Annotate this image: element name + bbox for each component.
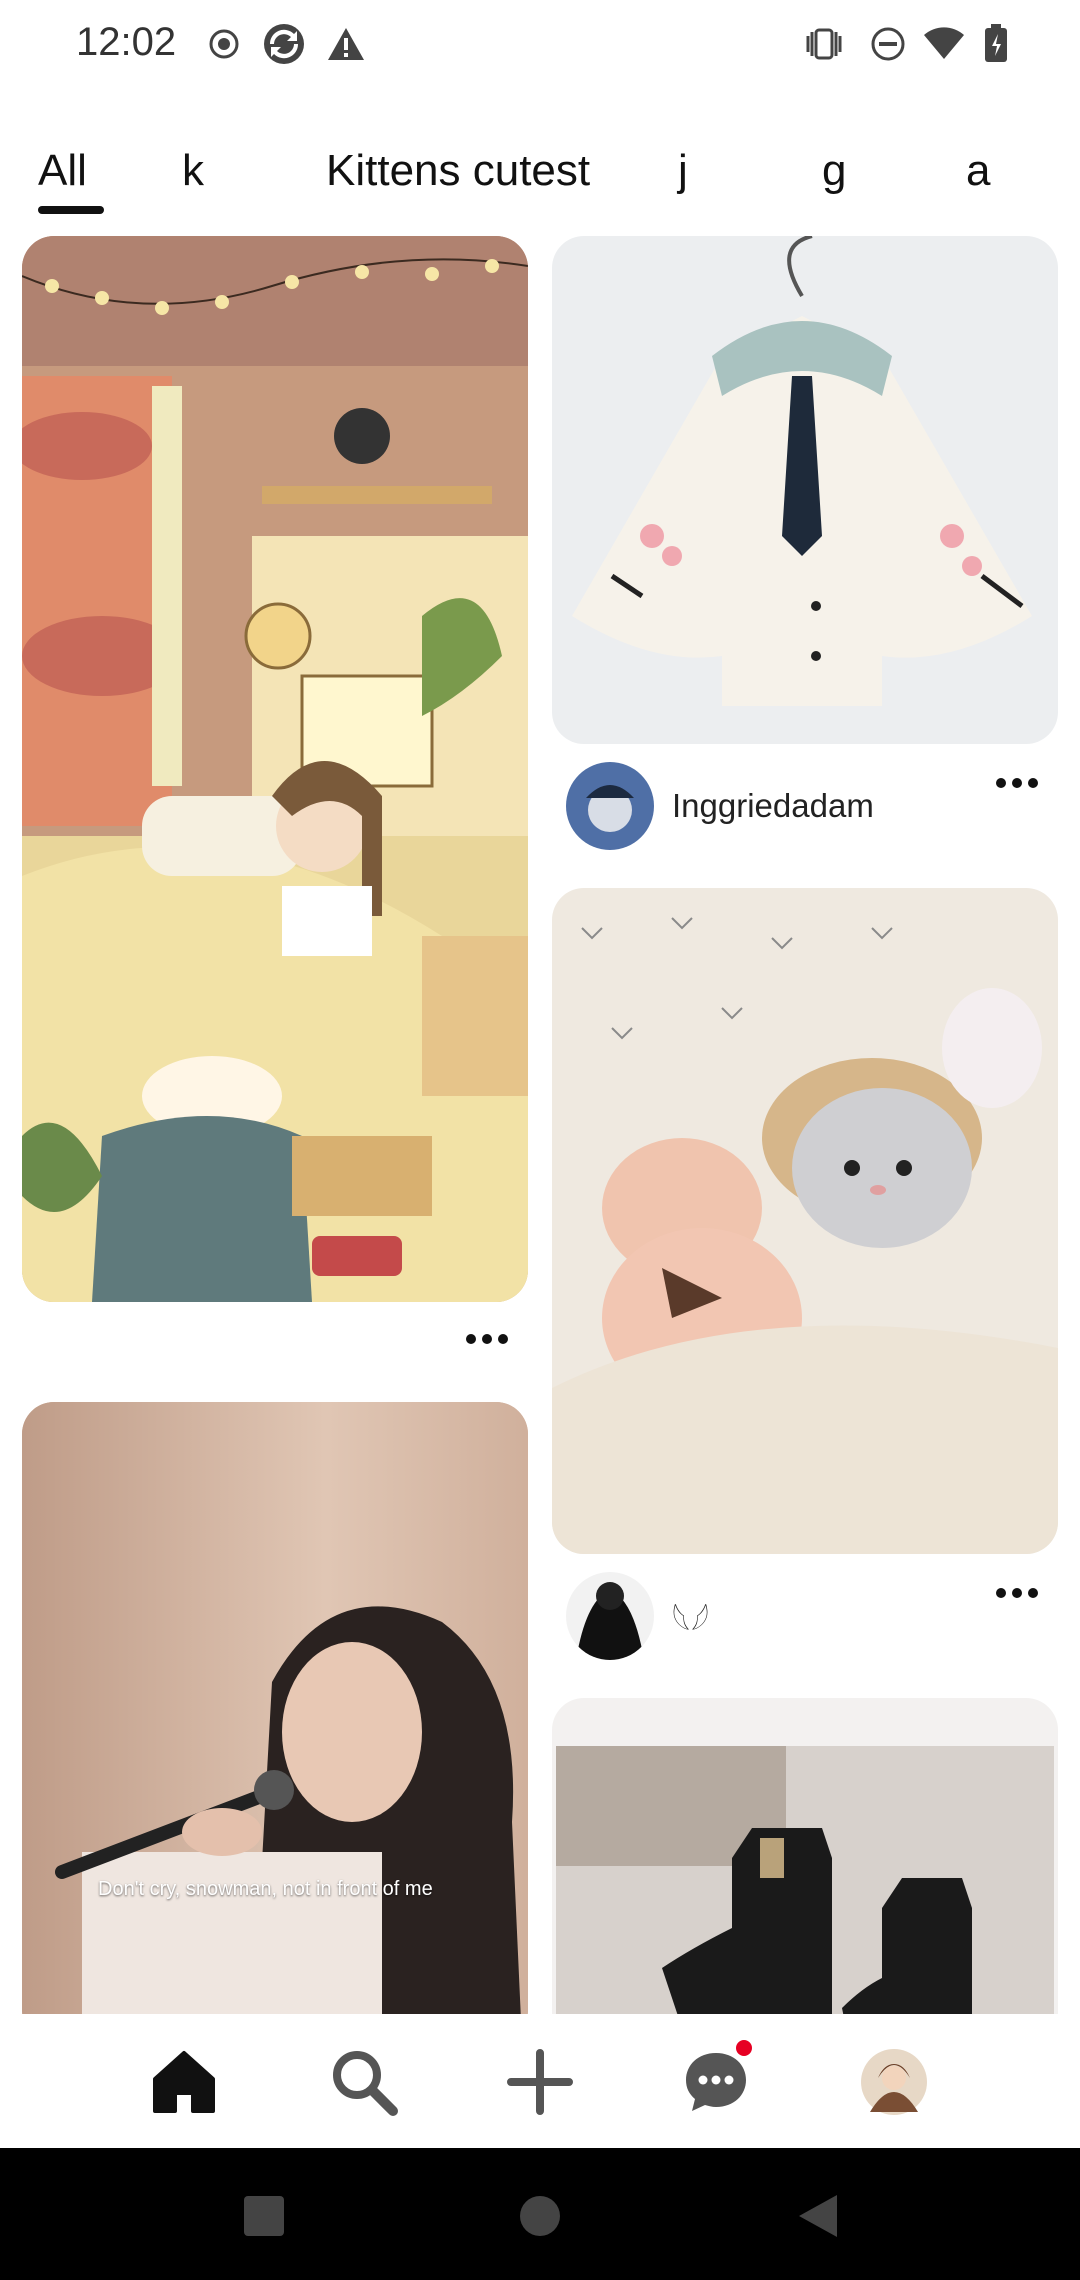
pin-black-boots[interactable] [552, 1698, 1058, 2014]
notification-badge [736, 2040, 752, 2056]
profile-avatar[interactable] [856, 2044, 932, 2120]
pin-more-options-icon[interactable] [996, 1588, 1038, 1598]
tab-k[interactable]: k [182, 140, 204, 202]
pin-author-row[interactable]: Inggriedadam [566, 756, 1056, 856]
pin-more-options-icon[interactable] [996, 778, 1038, 788]
system-navigation-bar [0, 2148, 1080, 2280]
author-name[interactable]: Inggriedadam [672, 787, 874, 825]
messages-icon[interactable] [678, 2040, 754, 2120]
tab-j[interactable]: j [678, 140, 688, 202]
board-tabs: All k Kittens cutest j g a [0, 140, 1080, 220]
active-tab-indicator [38, 206, 104, 214]
author-avatar[interactable] [566, 762, 654, 850]
home-icon[interactable] [146, 2044, 222, 2120]
pin-video-singer[interactable] [22, 1402, 528, 2014]
tab-all[interactable]: All [38, 140, 87, 202]
pin-illustration-bedroom[interactable] [22, 236, 528, 1302]
recents-icon[interactable] [236, 2188, 292, 2244]
author-avatar[interactable] [566, 1572, 654, 1660]
video-caption: Don't cry, snowman, not in front of me [98, 1878, 433, 1900]
create-plus-icon[interactable] [502, 2044, 578, 2120]
bottom-navigation [0, 2014, 1080, 2148]
tab-kittens-cutest[interactable]: Kittens cutest [326, 140, 590, 202]
home-circle-icon[interactable] [512, 2188, 568, 2244]
pin-feed: Don't cry, snowman, not in front of me I… [0, 0, 1080, 2014]
tab-a[interactable]: a [966, 140, 990, 202]
pin-author-row[interactable]: 𓆩𓆪 [566, 1566, 1056, 1666]
search-icon[interactable] [326, 2044, 402, 2120]
pin-white-cape-jacket[interactable] [552, 236, 1058, 744]
back-icon[interactable] [790, 2188, 846, 2244]
tab-g[interactable]: g [822, 140, 846, 202]
pin-more-options-icon[interactable] [466, 1334, 508, 1344]
pin-kitten-teddy[interactable] [552, 888, 1058, 1554]
author-name[interactable]: 𓆩𓆪 [672, 1589, 709, 1644]
